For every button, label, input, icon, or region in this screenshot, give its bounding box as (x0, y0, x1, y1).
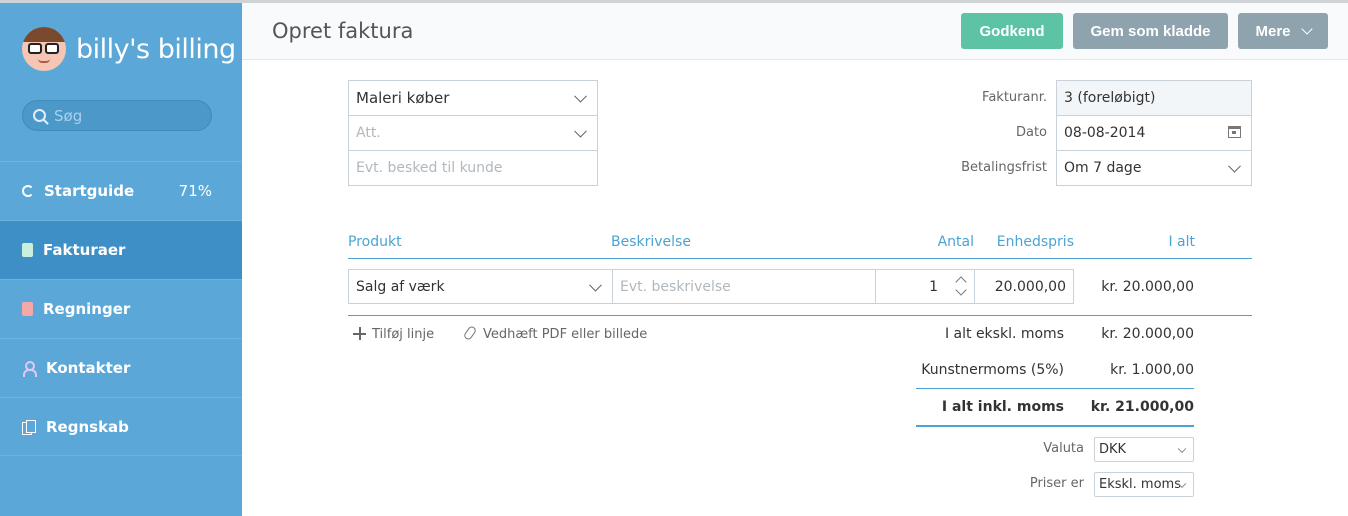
billy-mascot-icon (22, 27, 66, 71)
table-header-divider (348, 258, 1252, 259)
date-input[interactable]: 08-08-2014 (1056, 115, 1252, 151)
add-line-link[interactable]: Tilføj linje (372, 327, 434, 342)
chevron-down-icon (1177, 444, 1187, 453)
chevron-down-icon (589, 278, 602, 292)
column-header-description: Beskrivelse (611, 234, 691, 250)
sidebar-item-startguide[interactable]: Startguide 71% (0, 161, 242, 220)
sidebar-item-label: Regninger (43, 300, 131, 318)
date-label: Dato (1015, 125, 1047, 140)
prices-select[interactable]: Ekskl. moms (1094, 472, 1194, 497)
column-header-product: Produkt (348, 234, 402, 250)
progress-badge: 71% (178, 182, 212, 200)
calendar-icon[interactable] (1228, 126, 1241, 138)
more-menu-button[interactable]: Mere (1238, 13, 1328, 49)
stepper-arrows-icon[interactable] (954, 273, 968, 301)
prices-label: Priser er (1029, 476, 1084, 491)
sidebar-item-kontakter[interactable]: Kontakter (0, 338, 242, 397)
approve-button[interactable]: Godkend (961, 13, 1063, 49)
subtotal-value: kr. 20.000,00 (1101, 326, 1194, 342)
page-title: Opret faktura (272, 19, 414, 43)
accounting-icon (22, 419, 36, 435)
column-header-quantity: Antal (937, 234, 974, 250)
sidebar-item-regninger[interactable]: Regninger (0, 279, 242, 338)
currency-label: Valuta (1043, 441, 1084, 456)
plus-icon[interactable] (353, 327, 366, 340)
subtotal-label: I alt ekskl. moms (944, 326, 1064, 342)
invoice-icon (22, 243, 33, 257)
sidebar-item-label: Kontakter (46, 359, 131, 377)
totals-divider (916, 388, 1194, 389)
bill-icon (22, 302, 33, 316)
table-row-divider (348, 315, 1252, 316)
sidebar-item-label: Regnskab (46, 417, 129, 436)
sidebar-item-regnskab[interactable]: Regnskab (0, 397, 242, 456)
att-select[interactable]: Att. (348, 115, 598, 151)
currency-select[interactable]: DKK (1094, 437, 1194, 462)
save-draft-button[interactable]: Gem som kladde (1073, 13, 1228, 49)
description-input[interactable]: Evt. beskrivelse (612, 269, 876, 304)
progress-icon (22, 185, 34, 197)
chevron-down-icon (1228, 159, 1241, 173)
attach-file-link[interactable]: Vedhæft PDF eller billede (483, 327, 647, 342)
sidebar-item-label: Fakturaer (43, 241, 126, 259)
sidebar-item-label: Startguide (44, 182, 135, 200)
column-header-total: I alt (1168, 234, 1195, 250)
due-select[interactable]: Om 7 dage (1056, 150, 1252, 186)
due-label: Betalingsfrist (961, 160, 1047, 175)
unit-price-input[interactable]: 20.000,00 (974, 269, 1074, 304)
search-icon (33, 109, 46, 122)
sidebar-item-fakturaer[interactable]: Fakturaer (0, 220, 242, 279)
chevron-down-icon (1300, 22, 1313, 35)
contact-select[interactable]: Maleri køber (348, 80, 598, 116)
search-input[interactable] (54, 106, 194, 125)
logo-text: billy's billing (76, 33, 236, 65)
chevron-down-icon (574, 124, 587, 138)
sidebar-nav: Startguide 71% Fakturaer Regninger Konta… (0, 161, 242, 456)
quantity-stepper[interactable]: 1 (875, 269, 975, 304)
invoice-number-field: 3 (foreløbigt) (1056, 80, 1252, 116)
invoice-number-label: Fakturanr. (982, 90, 1047, 105)
grand-total-value: kr. 21.000,00 (1090, 399, 1194, 415)
contact-icon (22, 361, 37, 377)
page-header: Opret faktura Godkend Gem som kladde Mer… (242, 3, 1348, 60)
product-select[interactable]: Salg af værk (348, 269, 613, 304)
grand-total-label: I alt inkl. moms (941, 399, 1064, 415)
grand-total-divider (916, 425, 1194, 427)
app-logo[interactable]: billy's billing (22, 25, 236, 73)
line-total: kr. 20.000,00 (1101, 279, 1194, 295)
column-header-unit-price: Enhedspris (996, 234, 1074, 250)
customer-message-input[interactable]: Evt. besked til kunde (348, 150, 598, 186)
chevron-down-icon (574, 89, 587, 103)
paperclip-icon[interactable] (462, 324, 478, 342)
tax-label: Kunstnermoms (5%) (921, 362, 1064, 378)
sidebar: billy's billing Startguide 71% Fakturaer… (0, 3, 242, 516)
search-box[interactable] (22, 100, 212, 131)
tax-value: kr. 1.000,00 (1110, 362, 1194, 378)
